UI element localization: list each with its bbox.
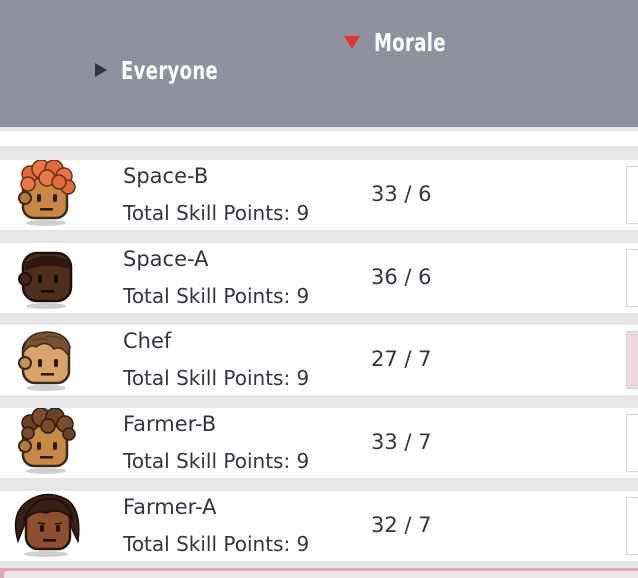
duplicant-name: Farmer-A xyxy=(123,495,217,519)
row-edge-cell xyxy=(626,249,638,307)
list-spacer-row xyxy=(0,131,638,146)
sort-label: Morale xyxy=(374,27,446,57)
morale-value: 27 / 7 xyxy=(371,347,432,371)
roster-header: Everyone Morale xyxy=(0,0,638,127)
row-edge-cell xyxy=(626,497,638,555)
duplicant-name: Space-B xyxy=(123,164,209,188)
next-row-inner xyxy=(4,571,638,578)
sort-descending-icon xyxy=(344,35,360,49)
row-edge-cell xyxy=(626,166,638,224)
duplicant-portrait-icon xyxy=(14,493,80,557)
total-skill-points: Total Skill Points: 9 xyxy=(123,201,310,225)
duplicant-row[interactable]: Space-B Total Skill Points: 9 33 / 6 xyxy=(0,160,638,230)
duplicant-portrait-icon xyxy=(18,251,73,309)
morale-value: 32 / 7 xyxy=(371,513,432,537)
duplicant-row[interactable]: Farmer-B Total Skill Points: 9 33 / 7 xyxy=(0,408,638,478)
total-skill-points: Total Skill Points: 9 xyxy=(123,532,310,556)
row-edge-cell xyxy=(626,414,638,472)
row-edge-cell-highlighted xyxy=(626,331,638,389)
duplicant-row[interactable]: Farmer-A Total Skill Points: 9 32 / 7 xyxy=(0,491,638,561)
total-skill-points: Total Skill Points: 9 xyxy=(123,366,310,390)
morale-value: 33 / 6 xyxy=(371,182,432,206)
duplicant-row[interactable]: Chef Total Skill Points: 9 27 / 7 xyxy=(0,325,638,395)
duplicant-name: Farmer-B xyxy=(123,412,217,436)
duplicant-portrait-icon xyxy=(18,160,76,226)
total-skill-points: Total Skill Points: 9 xyxy=(123,284,310,308)
next-row-highlighted[interactable] xyxy=(0,568,638,578)
morale-value: 36 / 6 xyxy=(371,265,432,289)
filter-everyone-toggle[interactable]: Everyone xyxy=(95,50,256,90)
duplicant-row[interactable]: Space-A Total Skill Points: 9 36 / 6 xyxy=(0,243,638,313)
sort-morale-button[interactable]: Morale xyxy=(344,22,474,62)
filter-label: Everyone xyxy=(121,55,219,85)
duplicant-name: Chef xyxy=(123,329,172,353)
morale-value: 33 / 7 xyxy=(371,430,432,454)
duplicant-portrait-icon xyxy=(18,408,76,474)
duplicant-name: Space-A xyxy=(123,247,209,271)
total-skill-points: Total Skill Points: 9 xyxy=(123,449,310,473)
expand-arrow-icon xyxy=(95,63,107,77)
duplicant-portrait-icon xyxy=(18,331,71,391)
